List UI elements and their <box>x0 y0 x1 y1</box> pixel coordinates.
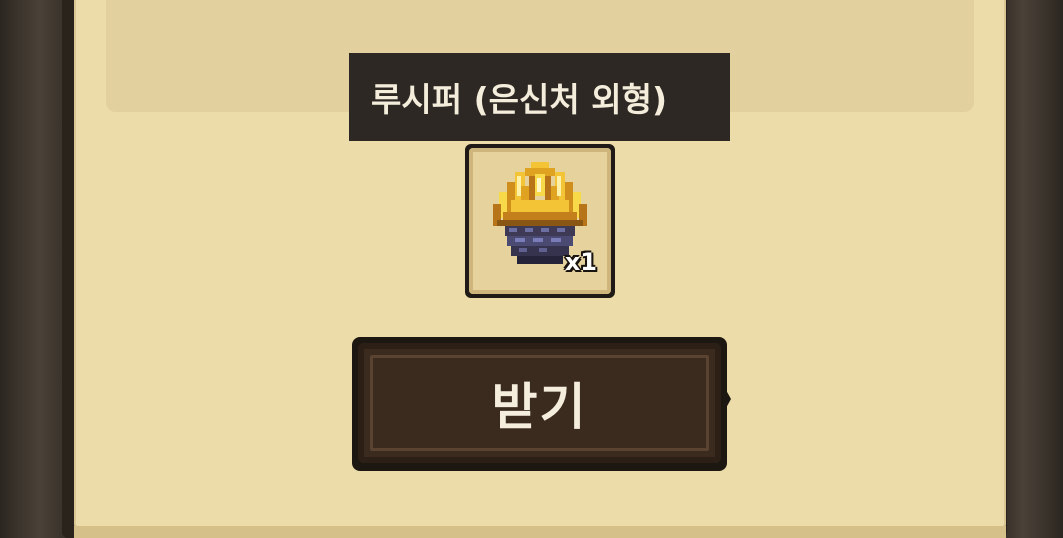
left-frame <box>0 0 62 538</box>
item-name-tooltip: 루시퍼 (은신처 외형) <box>349 53 730 141</box>
right-frame <box>1007 0 1063 538</box>
panel-bottom-edge <box>74 526 1006 538</box>
receive-button-face: 받기 <box>358 343 721 463</box>
reward-item-slot[interactable]: x1 <box>465 144 615 298</box>
item-slot-frame: x1 <box>469 148 611 294</box>
receive-button[interactable]: 받기 <box>352 337 731 471</box>
button-notch <box>721 381 731 417</box>
item-name-text: 루시퍼 (은신처 외형) <box>371 80 668 119</box>
receive-button-label: 받기 <box>491 378 588 436</box>
receive-button-inner: 받기 <box>370 355 709 451</box>
item-quantity-badge: x1 <box>564 248 597 276</box>
